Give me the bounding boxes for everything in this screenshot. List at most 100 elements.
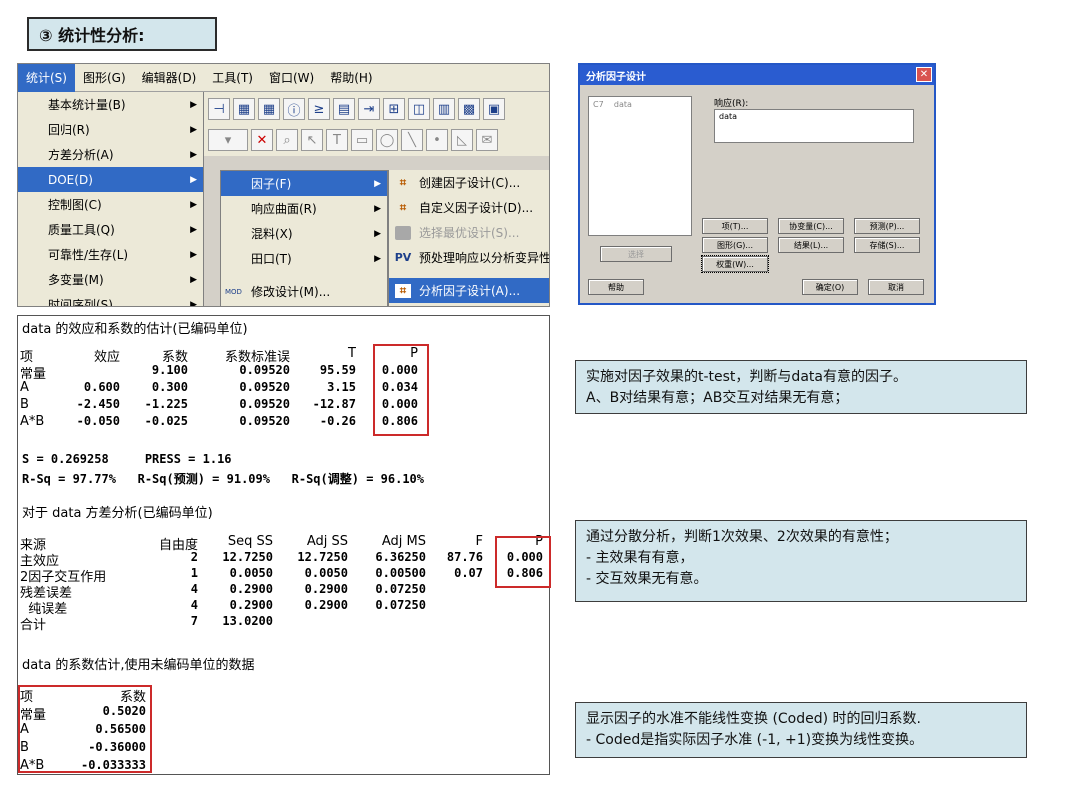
weights-button[interactable]: 权重(W)... bbox=[701, 255, 769, 273]
doe-menu-item[interactable]: 响应曲面(R) ▶ bbox=[221, 196, 387, 221]
submenu-arrow-icon: ▶ bbox=[190, 299, 197, 307]
menu-editor[interactable]: 编辑器(D) bbox=[134, 69, 205, 86]
info-icon[interactable]: ⓘ bbox=[283, 98, 305, 120]
stat-menu-item[interactable]: 方差分析(A) ▶ bbox=[18, 142, 203, 167]
table-cell: 4 bbox=[190, 582, 198, 596]
toolbar-icon[interactable]: ▤ bbox=[333, 98, 355, 120]
help-button[interactable]: 帮助 bbox=[588, 279, 644, 295]
factorial-menu-item-analyze[interactable]: ⌗ 分析因子设计(A)... bbox=[389, 278, 549, 303]
menu-item-label: 混料(X) bbox=[251, 227, 293, 241]
note-anova: 通过分散分析，判断1次效果、2次效果的有意性； - 主效果有有意， - 交互效果… bbox=[575, 520, 1027, 602]
menu-window[interactable]: 窗口(W) bbox=[261, 69, 322, 86]
table-cell: 合计 bbox=[20, 618, 47, 633]
factorial-menu-item[interactable]: PV 预处理响应以分析变异性 bbox=[389, 245, 549, 270]
polygon-icon[interactable]: ◺ bbox=[451, 129, 473, 151]
table-header-cell: T bbox=[348, 346, 356, 361]
submenu-arrow-icon: ▶ bbox=[190, 149, 197, 160]
toolbar-icon[interactable]: ⊣ bbox=[208, 98, 230, 120]
text-tool-icon[interactable]: T bbox=[326, 129, 348, 151]
table-cell: 0.07250 bbox=[375, 598, 426, 612]
stat-menu-item[interactable]: 可靠性/生存(L) ▶ bbox=[18, 242, 203, 267]
stat-menu: 基本统计量(B) ▶ 回归(R) ▶ 方差分析(A) ▶ DOE(D) ▶ 控制图(C)… bbox=[18, 92, 204, 307]
table-header-cell: F bbox=[475, 534, 483, 549]
doe-menu-item[interactable]: 混料(X) ▶ bbox=[221, 221, 387, 246]
table-cell: 0.09520 bbox=[239, 414, 290, 428]
dot-icon[interactable]: • bbox=[426, 129, 448, 151]
delete-icon[interactable]: ✕ bbox=[251, 129, 273, 151]
factorial-menu-item[interactable]: ⌗ 自定义因子设计(D)... bbox=[389, 195, 549, 220]
toolbar-icon[interactable]: ▥ bbox=[433, 98, 455, 120]
doe-menu-item[interactable]: MOD 修改设计(M)... bbox=[221, 279, 387, 304]
stat-menu-item[interactable]: 控制图(C) ▶ bbox=[18, 192, 203, 217]
stat-menu-item[interactable]: 多变量(M) ▶ bbox=[18, 267, 203, 292]
menu-item-label: 时间序列(S) bbox=[48, 298, 113, 307]
coded-effects-heading: data 的效应和系数的估计(已编码单位) bbox=[22, 322, 248, 337]
factor-icon: ⌗ bbox=[399, 200, 407, 214]
table-cell: 4 bbox=[190, 598, 198, 612]
ellipse-icon[interactable]: ◯ bbox=[376, 129, 398, 151]
table-cell: 0.0050 bbox=[229, 566, 273, 580]
toolbar-icon[interactable]: ▦ bbox=[233, 98, 255, 120]
envelope-icon[interactable]: ✉ bbox=[476, 129, 498, 151]
menu-stat[interactable]: 统计(S) bbox=[18, 64, 75, 92]
prediction-button[interactable]: 预测(P)... bbox=[854, 218, 920, 234]
storage-button[interactable]: 存储(S)... bbox=[854, 237, 920, 253]
stat-menu-item[interactable]: 基本统计量(B) ▶ bbox=[18, 92, 203, 117]
ok-button[interactable]: 确定(O) bbox=[802, 279, 858, 295]
toolbar-icon[interactable]: ≥ bbox=[308, 98, 330, 120]
doe-menu-item-factorial[interactable]: 因子(F) ▶ bbox=[221, 171, 387, 196]
table-cell: 0.07250 bbox=[375, 582, 426, 596]
table-cell: 0.09520 bbox=[239, 363, 290, 377]
modify-design-icon: MOD bbox=[225, 287, 242, 296]
table-cell: 0.0050 bbox=[304, 566, 348, 580]
submenu-arrow-icon: ▶ bbox=[374, 203, 381, 214]
zoom-icon[interactable]: ⌕ bbox=[276, 129, 298, 151]
terms-button[interactable]: 项(T)... bbox=[702, 218, 768, 234]
doe-menu-item[interactable]: 田口(T) ▶ bbox=[221, 246, 387, 271]
submenu-arrow-icon: ▶ bbox=[374, 253, 381, 264]
stat-menu-item[interactable]: 质量工具(Q) ▶ bbox=[18, 217, 203, 242]
stat-menu-item[interactable]: 回归(R) ▶ bbox=[18, 117, 203, 142]
toolbar-icon[interactable]: ▩ bbox=[458, 98, 480, 120]
table-cell: -12.87 bbox=[312, 397, 356, 411]
table-cell: 95.59 bbox=[319, 363, 356, 377]
table-cell: 0.07 bbox=[454, 566, 483, 580]
menu-help[interactable]: 帮助(H) bbox=[322, 69, 380, 86]
uncoded-coef-highlight bbox=[18, 685, 152, 773]
factorial-menu-item[interactable]: 选择最优设计(S)... bbox=[389, 220, 549, 245]
note-line: - 交互效果无有意。 bbox=[586, 571, 708, 587]
table-header-cell: Seq SS bbox=[227, 534, 273, 549]
table-cell: -2.450 bbox=[76, 397, 120, 411]
results-button[interactable]: 结果(L)... bbox=[778, 237, 844, 253]
toolbar-icon[interactable]: ⊞ bbox=[383, 98, 405, 120]
graphs-button[interactable]: 图形(G)... bbox=[702, 237, 768, 253]
pointer-icon[interactable]: ↖ bbox=[301, 129, 323, 151]
stat-menu-item-doe[interactable]: DOE(D) ▶ bbox=[18, 167, 203, 192]
table-header-cell: Adj SS bbox=[306, 534, 348, 549]
toolbar-icon[interactable]: ⇥ bbox=[358, 98, 380, 120]
table-cell: -0.26 bbox=[319, 414, 356, 428]
table-cell: 1 bbox=[190, 566, 198, 580]
table-cell: -0.050 bbox=[76, 414, 120, 428]
line-icon[interactable]: ╲ bbox=[401, 129, 423, 151]
toolbar-icon[interactable]: ◫ bbox=[408, 98, 430, 120]
dropdown-icon[interactable]: ▾ bbox=[208, 129, 248, 151]
slide-title: ③ 统计性分析: bbox=[27, 17, 217, 51]
session-output: data 的效应和系数的估计(已编码单位) 项效应 系数 系数标准误 T P 常量 9.10… bbox=[17, 315, 551, 775]
response-input[interactable]: data bbox=[714, 109, 914, 143]
factorial-menu-item[interactable]: ⌗ 创建因子设计(C)... bbox=[389, 170, 549, 195]
close-icon[interactable]: ✕ bbox=[916, 67, 932, 82]
menu-graph[interactable]: 图形(G) bbox=[75, 69, 134, 86]
variable-list[interactable]: C7 data bbox=[588, 96, 692, 236]
toolbar-icon[interactable]: ▦ bbox=[258, 98, 280, 120]
toolbar-icon[interactable]: ▣ bbox=[483, 98, 505, 120]
covariates-button[interactable]: 协变量(C)... bbox=[778, 218, 844, 234]
select-button[interactable]: 选择 bbox=[600, 246, 672, 262]
rsq-line: R-Sq = 97.77% R-Sq(预测) = 91.09% R-Sq(调整)… bbox=[22, 472, 425, 486]
rectangle-icon[interactable]: ▭ bbox=[351, 129, 373, 151]
factorial-menu: ⌗ 创建因子设计(C)... ⌗ 自定义因子设计(D)... 选择最优设计(S)..… bbox=[388, 170, 549, 306]
cancel-button[interactable]: 取消 bbox=[868, 279, 924, 295]
menu-tools[interactable]: 工具(T) bbox=[204, 69, 261, 86]
factor-icon: ⌗ bbox=[395, 283, 411, 298]
stat-menu-item[interactable]: 时间序列(S) ▶ bbox=[18, 292, 203, 307]
